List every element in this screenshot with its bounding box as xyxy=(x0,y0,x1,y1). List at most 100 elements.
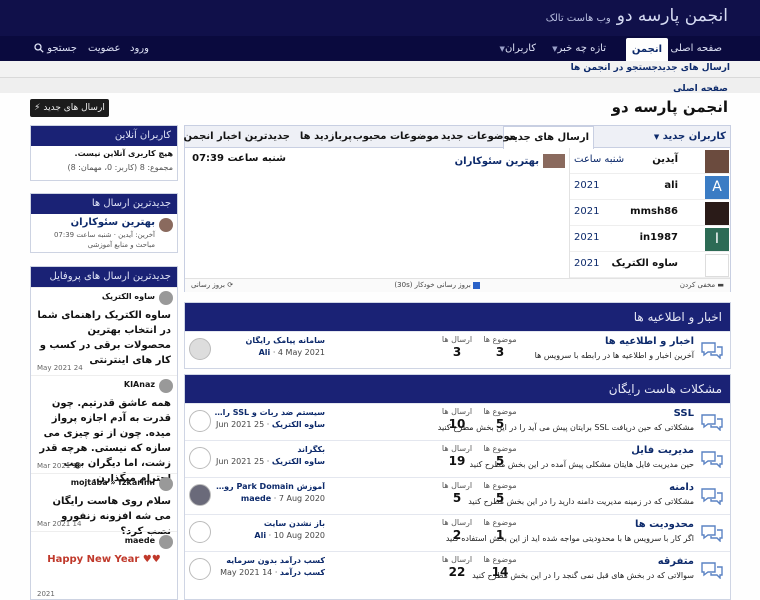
tab-new-threads[interactable]: موضوعات جدید xyxy=(441,126,516,148)
sidebar-block-title[interactable]: جدیدترین ارسال ها xyxy=(31,194,177,214)
member-name[interactable]: mmsh86 xyxy=(630,206,678,217)
profile-post-user[interactable]: ساوه الکتریک xyxy=(102,292,155,301)
profile-post-user[interactable]: KIAnaz xyxy=(124,380,155,389)
avatar[interactable] xyxy=(705,254,729,277)
forum-node[interactable]: SSL مشکلاتی که حین دریافت SSL برایتان پیش… xyxy=(185,403,730,440)
sidebar-block-title[interactable]: جدیدترین ارسال های پروفایل xyxy=(31,267,177,287)
forum-node[interactable]: دامنه مشکلاتی که در زمینه مدیریت دامنه دا… xyxy=(185,477,730,514)
breadcrumb[interactable]: صفحه اصلی xyxy=(673,84,728,94)
forum-node[interactable]: اخبار و اطلاعیه ها آخرین اخبار و اطلاعیه… xyxy=(185,331,730,368)
avatar[interactable] xyxy=(159,218,173,232)
node-title[interactable]: متفرقه xyxy=(658,556,694,567)
tab-new-posts[interactable]: ارسال های جدید xyxy=(503,126,594,149)
node-posts: ارسال ها 5 xyxy=(437,478,477,505)
node-last-post[interactable]: سامانه پیامک رایگان Ali · 4 May 2021 xyxy=(213,336,325,357)
forum-category-issues: مشکلات هاست رایگان SSL مشکلاتی که حین دری… xyxy=(184,374,731,600)
latest-post-forum[interactable]: مباحث و منابع آموزشی xyxy=(88,241,155,249)
avatar[interactable] xyxy=(189,410,211,432)
node-last-post[interactable]: آموزش Park Domain روی هاست رایگ... maede … xyxy=(213,482,325,503)
nav-tab-whats-new[interactable]: تازه چه خبر▼ xyxy=(543,36,612,61)
register-link[interactable]: عضویت xyxy=(82,36,126,61)
tab-new-members[interactable]: کاربران جدید ▼ xyxy=(654,126,726,148)
nav-tab-members[interactable]: کاربران▼ xyxy=(491,36,542,61)
avatar[interactable]: A xyxy=(705,176,729,199)
forum-node[interactable]: متفرقه سوالاتی که در بخش های قبل نمی گنجد… xyxy=(185,551,730,588)
sidebar-block-title[interactable]: کاربران آنلاین xyxy=(31,126,177,146)
list-item[interactable]: I in1987 2021 xyxy=(570,226,730,252)
forum-node[interactable]: محدودیت ها اگر کار با سرویس ها با محدودیت… xyxy=(185,514,730,551)
chevron-down-icon: ▼ xyxy=(653,133,660,141)
last-post-title[interactable]: باز نشدن سایت xyxy=(213,519,325,528)
node-title[interactable]: اخبار و اطلاعیه ها xyxy=(605,336,694,347)
last-post-user[interactable]: کسب درآمد xyxy=(280,568,325,577)
checkbox-icon[interactable] xyxy=(473,281,480,289)
new-posts-button[interactable]: ارسال های جدید ⚡ xyxy=(30,99,109,117)
profile-post-user[interactable]: maede xyxy=(125,536,155,545)
forum-node[interactable]: مدیریت فایل حین مدیریت فایل هایتان مشکلی … xyxy=(185,440,730,477)
nav-tab-forum[interactable]: انجمن xyxy=(625,38,668,61)
subnav-new-posts[interactable]: ارسال های جدید xyxy=(657,63,730,73)
feed-post-title[interactable]: بهترین سئوکاران xyxy=(455,154,565,168)
category-title[interactable]: اخبار و اطلاعیه ها xyxy=(185,303,730,331)
member-name[interactable]: in1987 xyxy=(640,232,678,243)
list-item[interactable]: آیدین شنبه ساعت xyxy=(570,148,730,174)
member-name[interactable]: آیدین xyxy=(652,154,678,165)
search-link[interactable]: جستجو xyxy=(28,36,83,61)
last-post-user[interactable]: ساوه الکتریک xyxy=(272,420,325,429)
list-item[interactable]: ساوه الکتریک 2021 xyxy=(570,252,730,278)
site-title[interactable]: انجمن پارسه دووب هاست تالک xyxy=(546,6,728,26)
profile-post-user[interactable]: mojtaba » fzkarimi xyxy=(71,478,155,487)
node-last-post[interactable]: کسب درآمد بدون سرمایه کسب درآمد · 14 May … xyxy=(213,556,325,577)
last-post-title[interactable]: آموزش Park Domain روی هاست رایگ... xyxy=(213,482,325,491)
avatar[interactable] xyxy=(705,202,729,225)
avatar[interactable] xyxy=(189,521,211,543)
last-post-user[interactable]: Ali xyxy=(259,348,271,357)
node-posts: ارسال ها 22 xyxy=(437,552,477,579)
list-item[interactable]: mmsh86 2021 xyxy=(570,200,730,226)
node-title[interactable]: SSL xyxy=(674,408,694,419)
avatar[interactable] xyxy=(189,447,211,469)
node-last-post[interactable]: بکگراند ساوه الکتریک · 25 Jun 2021 xyxy=(213,445,325,466)
node-last-post[interactable]: سیستم ضد ربات و SSL رایگان ساوه الکتریک ·… xyxy=(213,408,325,429)
login-link[interactable]: ورود xyxy=(124,36,155,61)
tab-most-viewed[interactable]: پربازدید ها xyxy=(300,126,352,148)
profile-post[interactable]: maede ♥♥ Happy New Year 2021 xyxy=(31,531,177,599)
member-name[interactable]: ali xyxy=(664,180,678,191)
last-post-user[interactable]: ساوه الکتریک xyxy=(272,457,325,466)
last-post-title[interactable]: کسب درآمد بدون سرمایه xyxy=(213,556,325,565)
profile-post[interactable]: mojtaba » fzkarimi سلام روی هاست رایگان م… xyxy=(31,473,177,537)
avatar[interactable] xyxy=(159,291,173,305)
refresh-button[interactable]: ⟳ بروز رسانی xyxy=(191,281,233,289)
list-item[interactable]: A ali 2021 xyxy=(570,174,730,200)
collapse-link[interactable]: ▬ مخفی کردن xyxy=(680,281,724,289)
avatar[interactable] xyxy=(159,535,173,549)
last-post-title[interactable]: بکگراند xyxy=(213,445,325,454)
posts-label: ارسال ها xyxy=(441,335,473,344)
node-title[interactable]: مدیریت فایل xyxy=(631,445,694,456)
category-title[interactable]: مشکلات هاست رایگان xyxy=(185,375,730,403)
tab-latest-news[interactable]: جدیدترین اخبار انجمن xyxy=(183,126,290,148)
profile-post[interactable]: KIAnaz همه عاشق قدرتیم. چون قدرت به آدم ا… xyxy=(31,375,177,484)
last-post-user[interactable]: Ali xyxy=(254,531,266,540)
avatar[interactable] xyxy=(159,477,173,491)
node-title[interactable]: دامنه xyxy=(669,482,694,493)
nav-tab-home[interactable]: صفحه اصلی xyxy=(665,36,728,61)
avatar[interactable] xyxy=(159,379,173,393)
node-last-post[interactable]: باز نشدن سایت Ali · 10 Aug 2020 xyxy=(213,519,325,540)
subnav-search-forums[interactable]: جستجو در انجمن ها xyxy=(571,63,658,73)
auto-refresh-toggle[interactable]: بروز رسانی خودکار (30s) xyxy=(394,281,480,289)
avatar[interactable]: I xyxy=(705,228,729,251)
last-post-title[interactable]: سیستم ضد ربات و SSL رایگان xyxy=(213,408,325,417)
profile-post[interactable]: ساوه الکتریک ساوه الکتریک راهنمای شما در … xyxy=(31,287,177,375)
tab-popular-threads[interactable]: موضوعات محبوب xyxy=(353,126,439,148)
avatar[interactable] xyxy=(189,558,211,580)
avatar[interactable] xyxy=(189,484,211,506)
avatar[interactable] xyxy=(705,150,729,173)
member-name[interactable]: ساوه الکتریک xyxy=(612,258,678,269)
node-title[interactable]: محدودیت ها xyxy=(635,519,694,530)
list-item[interactable]: بهترین سئوکاران آخرین: آیدین · شنبه ساعت… xyxy=(31,214,177,252)
avatar[interactable] xyxy=(189,338,211,360)
latest-post-title[interactable]: بهترین سئوکاران xyxy=(71,217,155,228)
last-post-title[interactable]: سامانه پیامک رایگان xyxy=(213,336,325,345)
last-post-user[interactable]: maede xyxy=(241,494,271,503)
